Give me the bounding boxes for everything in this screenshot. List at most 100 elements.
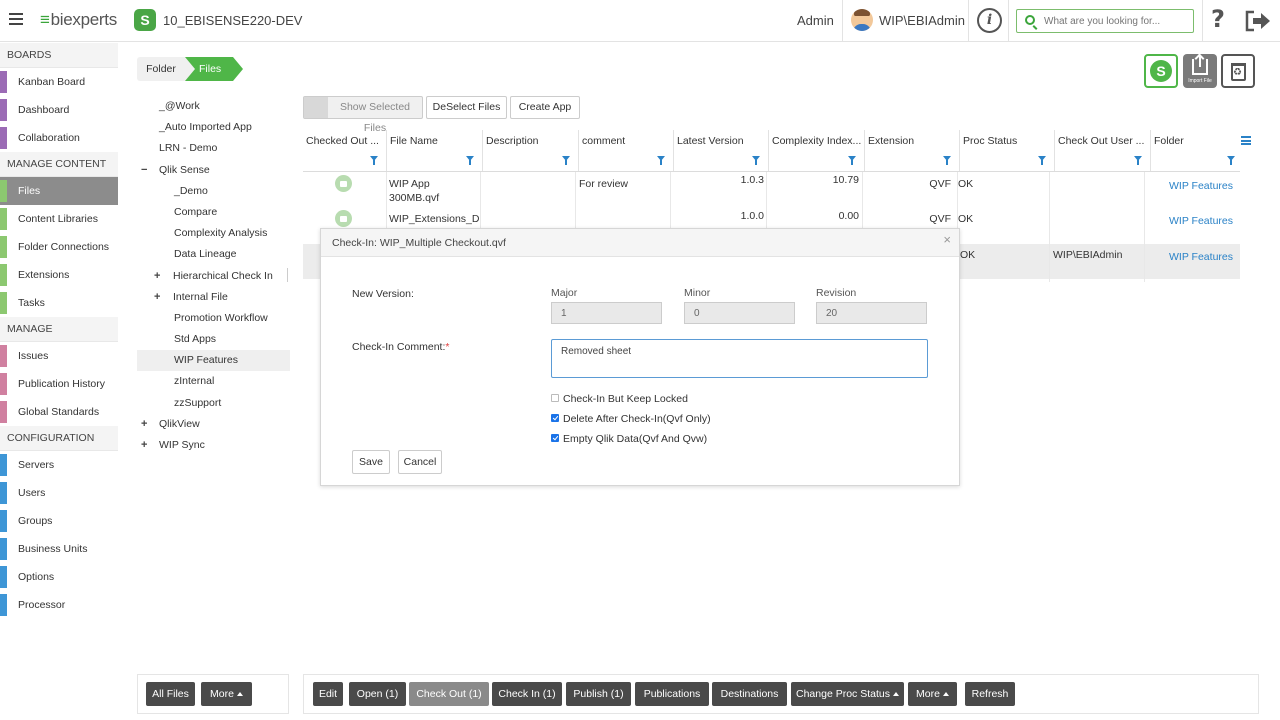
tree-item[interactable]: Complexity Analysis (137, 223, 297, 244)
expand-icon[interactable]: + (141, 418, 150, 429)
column-header[interactable]: Description (483, 130, 579, 172)
filter-icon[interactable] (1134, 156, 1142, 165)
tree-item[interactable]: _Demo (137, 181, 297, 202)
tree-item-qlik-sense[interactable]: − Qlik Sense (137, 160, 297, 181)
check-in-comment-field[interactable]: Removed sheet (551, 339, 928, 378)
edit-button[interactable]: Edit (313, 682, 343, 706)
create-app-button[interactable]: Create App (510, 96, 580, 119)
sidebar-item-files[interactable]: Files (0, 177, 118, 205)
empty-data-option[interactable]: Empty Qlik Data(Qvf And Qvw) (551, 433, 707, 445)
sidebar-item-extensions[interactable]: Extensions (0, 261, 118, 289)
sidebar-item-kanban-board[interactable]: Kanban Board (0, 68, 118, 96)
tree-item-selected[interactable]: WIP Features (137, 350, 290, 372)
sidebar-item-issues[interactable]: Issues (0, 342, 118, 370)
hamburger-menu-icon[interactable] (9, 13, 23, 25)
folder-link[interactable]: WIP Features (1169, 180, 1233, 192)
filter-icon[interactable] (943, 156, 951, 165)
tree-item-internal-file[interactable]: + Internal File (137, 287, 297, 308)
filter-icon[interactable] (562, 156, 570, 165)
expand-icon[interactable]: + (154, 291, 163, 302)
open-button[interactable]: Open (1) (349, 682, 406, 706)
help-icon[interactable]: ? (1211, 5, 1225, 33)
close-icon[interactable]: × (943, 232, 951, 247)
filter-icon[interactable] (1227, 156, 1235, 165)
filter-icon[interactable] (657, 156, 665, 165)
ebi-logo[interactable]: ≡biexperts (40, 10, 117, 30)
tree-item[interactable]: Promotion Workflow (137, 308, 297, 329)
filter-icon[interactable] (1038, 156, 1046, 165)
sidebar-item-groups[interactable]: Groups (0, 507, 118, 535)
empty-data-checkbox[interactable] (551, 434, 559, 442)
refresh-button[interactable]: Refresh (965, 682, 1015, 706)
filter-icon[interactable] (466, 156, 474, 165)
folder-link[interactable]: WIP Features (1169, 251, 1233, 263)
breadcrumb-files[interactable]: Files (185, 57, 243, 81)
tree-item[interactable]: zInternal (137, 371, 297, 392)
sidebar-item-folder-connections[interactable]: Folder Connections (0, 233, 118, 261)
tree-item-qlikview[interactable]: + QlikView (137, 414, 297, 435)
qlik-sense-button[interactable]: S (1144, 54, 1178, 88)
column-header[interactable]: Checked Out ... (303, 130, 387, 172)
sidebar-item-users[interactable]: Users (0, 479, 118, 507)
column-header[interactable]: File Name (387, 130, 483, 172)
deselect-files-button[interactable]: DeSelect Files (426, 96, 507, 119)
sidebar-item-servers[interactable]: Servers (0, 451, 118, 479)
user-avatar-icon[interactable] (851, 9, 873, 31)
column-header[interactable]: Check Out User ... (1055, 130, 1151, 172)
sidebar-item-collaboration[interactable]: Collaboration (0, 124, 118, 152)
destinations-button[interactable]: Destinations (712, 682, 787, 706)
info-icon[interactable]: i (977, 8, 1002, 33)
more-button-right[interactable]: More (908, 682, 957, 706)
all-files-button[interactable]: All Files (146, 682, 195, 706)
column-header[interactable]: Complexity Index... (769, 130, 865, 172)
column-header[interactable]: Proc Status (960, 130, 1055, 172)
publications-button[interactable]: Publications (635, 682, 709, 706)
splitter[interactable] (287, 268, 288, 282)
admin-link[interactable]: Admin (797, 13, 834, 28)
logout-icon[interactable] (1244, 9, 1272, 33)
delete-after-option[interactable]: Delete After Check-In(Qvf Only) (551, 413, 711, 425)
search-input[interactable] (1044, 13, 1189, 29)
sidebar-item-global-standards[interactable]: Global Standards (0, 398, 118, 426)
save-button[interactable]: Save (352, 450, 390, 474)
file-name-cell[interactable]: WIP App (389, 178, 430, 190)
collapse-icon[interactable]: − (141, 164, 150, 175)
search-box[interactable] (1016, 9, 1194, 33)
grid-menu-icon[interactable] (1241, 136, 1251, 145)
tree-item[interactable]: _@Work (137, 96, 297, 117)
check-out-button[interactable]: Check Out (1) (409, 682, 489, 706)
recycle-bin-button[interactable] (1221, 54, 1255, 88)
expand-icon[interactable]: + (154, 270, 163, 281)
import-file-button[interactable]: Import File (1183, 54, 1217, 88)
column-header[interactable]: comment (579, 130, 674, 172)
keep-locked-checkbox[interactable] (551, 394, 559, 402)
sidebar-item-publication-history[interactable]: Publication History (0, 370, 118, 398)
tree-item[interactable]: LRN - Demo (137, 138, 297, 159)
sidebar-item-content-libraries[interactable]: Content Libraries (0, 205, 118, 233)
delete-after-checkbox[interactable] (551, 414, 559, 422)
tree-item[interactable]: _Auto Imported App (137, 117, 297, 138)
user-name[interactable]: WIP\EBIAdmin (879, 13, 965, 28)
sidebar-item-options[interactable]: Options (0, 563, 118, 591)
tree-item-wip-sync[interactable]: + WIP Sync (137, 435, 297, 456)
expand-icon[interactable]: + (141, 440, 150, 451)
more-button-left[interactable]: More (201, 682, 252, 706)
show-selected-files-button[interactable]: Show Selected Files (303, 96, 423, 134)
filter-icon[interactable] (848, 156, 856, 165)
environment-title[interactable]: 10_EBISENSE220-DEV (163, 13, 302, 28)
cancel-button[interactable]: Cancel (398, 450, 442, 474)
sidebar-item-dashboard[interactable]: Dashboard (0, 96, 118, 124)
file-name-cell[interactable]: 300MB.qvf (389, 192, 439, 204)
keep-locked-option[interactable]: Check-In But Keep Locked (551, 393, 688, 405)
sidebar-item-processor[interactable]: Processor (0, 591, 118, 619)
column-header[interactable]: Latest Version (674, 130, 769, 172)
tree-item[interactable]: Compare (137, 202, 297, 223)
filter-icon[interactable] (370, 156, 378, 165)
folder-link[interactable]: WIP Features (1169, 215, 1233, 227)
sidebar-item-tasks[interactable]: Tasks (0, 289, 118, 317)
sidebar-item-business-units[interactable]: Business Units (0, 535, 118, 563)
column-header[interactable]: Extension (865, 130, 960, 172)
tree-item[interactable]: Data Lineage (137, 244, 297, 265)
breadcrumb-folder[interactable]: Folder (137, 57, 185, 81)
file-name-cell[interactable]: WIP_Extensions_D (389, 213, 479, 225)
